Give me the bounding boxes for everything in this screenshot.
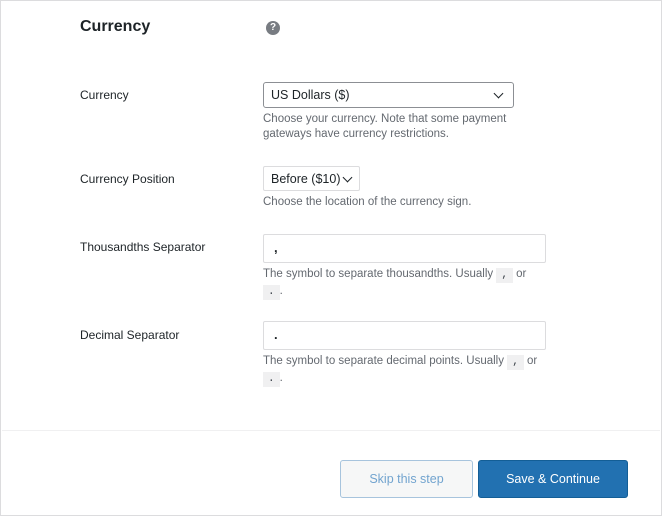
description-or: or — [516, 268, 527, 280]
currency-select-value: US Dollars ($) — [271, 88, 350, 102]
currency-position-description: Choose the location of the currency sign… — [263, 196, 472, 208]
currency-label: Currency — [80, 88, 129, 102]
question-circle-icon[interactable]: ? — [266, 21, 280, 35]
thousandths-separator-description: The symbol to separate thousandths. Usua… — [263, 266, 553, 300]
description-or: or — [527, 355, 538, 367]
currency-description: Choose your currency. Note that some pay… — [263, 113, 507, 140]
currency-position-select[interactable]: Before ($10) — [263, 166, 360, 191]
settings-panel: Currency ? Currency US Dollars ($) Choos… — [0, 0, 662, 516]
description-text: The symbol to separate thousandths. Usua… — [263, 268, 494, 280]
save-continue-button[interactable]: Save & Continue — [478, 460, 628, 498]
thousandths-separator-label: Thousandths Separator — [80, 240, 206, 254]
description-text: The symbol to separate decimal points. U… — [263, 355, 504, 367]
code-period: . — [263, 285, 280, 300]
currency-position-select-value: Before ($10) — [271, 171, 341, 186]
code-comma: , — [496, 268, 513, 283]
section-title: Currency — [80, 18, 151, 35]
thousandths-separator-input[interactable]: , — [263, 234, 546, 263]
code-period: . — [263, 372, 280, 387]
decimal-separator-input[interactable]: . — [263, 321, 546, 350]
chevron-down-icon — [342, 172, 353, 183]
decimal-separator-description: The symbol to separate decimal points. U… — [263, 353, 553, 387]
currency-select[interactable]: US Dollars ($) — [263, 82, 514, 108]
decimal-separator-label: Decimal Separator — [80, 328, 180, 342]
description-period: . — [279, 285, 283, 297]
chevron-down-icon — [493, 88, 504, 99]
description-period: . — [279, 372, 283, 384]
code-comma: , — [507, 355, 524, 370]
footer-divider — [2, 430, 660, 431]
skip-step-button[interactable]: Skip this step — [340, 460, 473, 498]
currency-position-label: Currency Position — [80, 172, 175, 186]
